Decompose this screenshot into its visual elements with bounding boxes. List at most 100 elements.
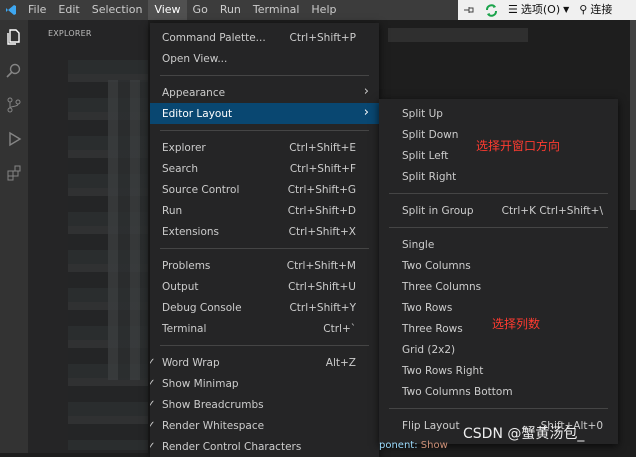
menu-file[interactable]: File bbox=[22, 0, 52, 20]
vscode-logo-icon bbox=[0, 0, 22, 20]
layout-menu-item-split-up[interactable]: Split Up bbox=[379, 103, 618, 124]
options-button[interactable]: ☰ 选项(O) ▼ bbox=[503, 0, 574, 20]
code-value: Show bbox=[420, 440, 448, 451]
view-menu-item-label: Render Control Characters bbox=[162, 440, 302, 453]
view-menu-item-extensions[interactable]: Extensions Ctrl+Shift+X bbox=[150, 221, 379, 242]
view-menu-item-label: Output bbox=[162, 280, 199, 293]
view-menu-item-shortcut: Alt+Z bbox=[325, 356, 356, 369]
menu-separator bbox=[389, 193, 608, 194]
view-menu-item-label: Run bbox=[162, 204, 183, 217]
view-menu-item-label: Editor Layout bbox=[162, 107, 233, 120]
layout-menu-item-label: Two Columns bbox=[402, 259, 471, 272]
checkmark-icon: ✓ bbox=[150, 441, 156, 452]
run-debug-icon bbox=[9, 131, 22, 147]
view-menu-item-label: Debug Console bbox=[162, 301, 242, 314]
view-menu-item-shortcut: Ctrl+Shift+P bbox=[289, 31, 356, 44]
view-menu-item-label: Open View... bbox=[162, 52, 228, 65]
menu-help[interactable]: Help bbox=[305, 0, 342, 20]
layout-menu-item-split-right[interactable]: Split Right bbox=[379, 166, 618, 187]
activity-bar bbox=[0, 20, 28, 453]
view-menu-item-shortcut: Ctrl+Shift+E bbox=[289, 141, 356, 154]
view-menu-item-output[interactable]: Output Ctrl+Shift+U bbox=[150, 276, 379, 297]
view-menu-item-terminal[interactable]: Terminal Ctrl+` bbox=[150, 318, 379, 339]
menu-view[interactable]: View bbox=[148, 0, 187, 20]
menu-terminal[interactable]: Terminal bbox=[247, 0, 306, 20]
view-menu-item-shortcut: Ctrl+Shift+X bbox=[288, 225, 356, 238]
checkmark-icon: ✓ bbox=[150, 420, 156, 431]
connect-button[interactable]: ⚲ 连接 bbox=[574, 0, 617, 20]
run-activity-button[interactable] bbox=[0, 122, 28, 156]
watermark: CSDN @蟹黄汤包_ bbox=[463, 426, 585, 442]
pin-button[interactable] bbox=[458, 0, 480, 20]
view-menu-item-explorer[interactable]: Explorer Ctrl+Shift+E bbox=[150, 137, 379, 158]
view-menu-item-label: Word Wrap bbox=[162, 356, 220, 369]
view-menu-item-label: Search bbox=[162, 162, 199, 175]
view-menu-item-command-palette[interactable]: Command Palette... Ctrl+Shift+P bbox=[150, 27, 379, 48]
layout-menu-item-two-columns-bottom[interactable]: Two Columns Bottom bbox=[379, 381, 618, 402]
extensions-icon bbox=[7, 165, 21, 181]
layout-menu-item-label: Two Rows bbox=[402, 301, 453, 314]
menu-separator bbox=[160, 248, 369, 249]
view-menu-item-problems[interactable]: Problems Ctrl+Shift+M bbox=[150, 255, 379, 276]
editor-scrollbar[interactable] bbox=[630, 20, 636, 210]
layout-menu-item-single[interactable]: Single bbox=[379, 234, 618, 255]
code-key: ponent: bbox=[379, 440, 418, 451]
source-control-activity-button[interactable] bbox=[0, 88, 28, 122]
extensions-activity-button[interactable] bbox=[0, 156, 28, 190]
layout-menu-item-split-in-group[interactable]: Split in Group Ctrl+K Ctrl+Shift+\ bbox=[379, 200, 618, 221]
layout-menu-item-label: Split in Group bbox=[402, 204, 474, 217]
layout-menu-item-grid-2x2[interactable]: Grid (2x2) bbox=[379, 339, 618, 360]
view-menu-item-show-minimap[interactable]: ✓ Show Minimap bbox=[150, 373, 379, 394]
view-menu-item-label: Appearance bbox=[162, 86, 226, 99]
view-menu-item-label: Problems bbox=[162, 259, 211, 272]
connect-label: 连接 bbox=[590, 3, 613, 16]
menu-run[interactable]: Run bbox=[214, 0, 247, 20]
view-menu-item-appearance[interactable]: Appearance › bbox=[150, 82, 379, 103]
chevron-down-icon: ▼ bbox=[563, 5, 570, 14]
layout-menu-item-label: Two Columns Bottom bbox=[402, 385, 513, 398]
layout-menu-item-three-columns[interactable]: Three Columns bbox=[379, 276, 618, 297]
view-menu-item-word-wrap[interactable]: ✓ Word Wrap Alt+Z bbox=[150, 352, 379, 373]
code-snippet: ponent: Show bbox=[379, 440, 448, 451]
view-menu-item-label: Show Breadcrumbs bbox=[162, 398, 264, 411]
checkmark-icon: ✓ bbox=[150, 357, 156, 368]
layout-menu-item-label: Two Rows Right bbox=[402, 364, 484, 377]
view-menu-item-open-view[interactable]: Open View... bbox=[150, 48, 379, 69]
view-menu-item-label: Extensions bbox=[162, 225, 220, 238]
menu-selection[interactable]: Selection bbox=[86, 0, 149, 20]
layout-menu-item-label: Three Rows bbox=[402, 322, 463, 335]
layout-menu-item-label: Split Down bbox=[402, 128, 459, 141]
sidebar-title: EXPLORER bbox=[48, 29, 92, 38]
layout-menu-item-label: Three Columns bbox=[402, 280, 482, 293]
view-menu-item-render-whitespace[interactable]: ✓ Render Whitespace bbox=[150, 415, 379, 436]
view-menu-item-debug-console[interactable]: Debug Console Ctrl+Shift+Y bbox=[150, 297, 379, 318]
view-menu-item-editor-layout[interactable]: Editor Layout › bbox=[150, 103, 379, 124]
view-menu-item-shortcut: Ctrl+Shift+D bbox=[287, 204, 356, 217]
refresh-button[interactable] bbox=[480, 0, 503, 20]
view-menu-item-label: Render Whitespace bbox=[162, 419, 265, 432]
layout-menu-item-label: Flip Layout bbox=[402, 419, 460, 432]
layout-menu-item-shortcut: Ctrl+K Ctrl+Shift+\ bbox=[501, 204, 603, 217]
menu-edit[interactable]: Edit bbox=[52, 0, 85, 20]
chevron-right-icon: › bbox=[363, 84, 369, 99]
view-menu-item-shortcut: Ctrl+` bbox=[323, 322, 356, 335]
view-menu-item-shortcut: Ctrl+Shift+F bbox=[289, 162, 356, 175]
view-menu-item-source-control[interactable]: Source Control Ctrl+Shift+G bbox=[150, 179, 379, 200]
layout-menu-item-two-rows-right[interactable]: Two Rows Right bbox=[379, 360, 618, 381]
options-icon: ☰ bbox=[508, 3, 518, 16]
layout-menu-item-two-columns[interactable]: Two Columns bbox=[379, 255, 618, 276]
menu-go[interactable]: Go bbox=[187, 0, 214, 20]
menu-separator bbox=[160, 345, 369, 346]
annotation-split-direction: 选择开窗口方向 bbox=[476, 139, 561, 153]
menu-separator bbox=[160, 75, 369, 76]
view-menu-item-render-control-characters[interactable]: ✓ Render Control Characters bbox=[150, 436, 379, 457]
view-menu-item-show-breadcrumbs[interactable]: ✓ Show Breadcrumbs bbox=[150, 394, 379, 415]
layout-menu-item-label: Single bbox=[402, 238, 435, 251]
search-activity-button[interactable] bbox=[0, 54, 28, 88]
view-menu-item-search[interactable]: Search Ctrl+Shift+F bbox=[150, 158, 379, 179]
connect-icon: ⚲ bbox=[579, 3, 588, 16]
explorer-activity-button[interactable] bbox=[0, 20, 28, 54]
explorer-sidebar: EXPLORER bbox=[28, 20, 148, 453]
menu-separator bbox=[389, 408, 608, 409]
view-menu-item-run[interactable]: Run Ctrl+Shift+D bbox=[150, 200, 379, 221]
